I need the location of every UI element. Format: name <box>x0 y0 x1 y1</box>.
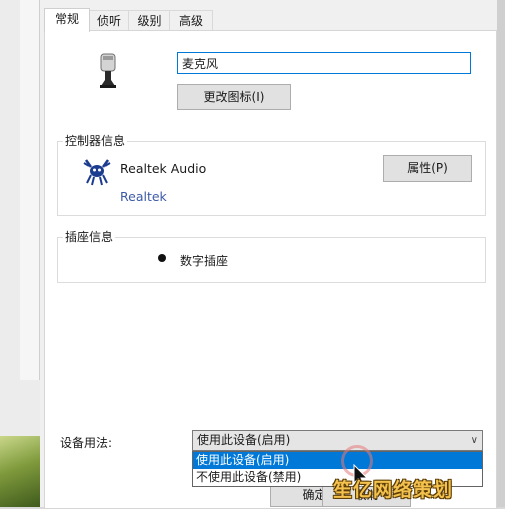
jack-label: 数字插座 <box>180 254 229 268</box>
tab-advanced[interactable]: 高级 <box>169 10 213 31</box>
general-tab-panel: 麦克风 更改图标(I) 控制器信息 Realtek Audio Realtek … <box>44 30 497 509</box>
controller-vendor-link[interactable]: Realtek <box>120 189 167 204</box>
tab-levels[interactable]: 级别 <box>128 10 171 31</box>
background-window <box>0 0 41 436</box>
device-name-field[interactable]: 麦克风 <box>177 52 471 74</box>
usage-option-enable[interactable]: 使用此设备(启用) <box>193 452 482 469</box>
background-window-pane <box>20 0 40 380</box>
controller-info-group: 控制器信息 Realtek Audio Realtek 属性(P) <box>57 134 486 216</box>
jack-info-group: 插座信息 数字插座 <box>57 230 486 283</box>
desktop-wallpaper <box>0 436 40 507</box>
controller-name: Realtek Audio <box>120 161 207 176</box>
tab-bar: 常规 侦听 级别 高级 <box>40 8 497 32</box>
microphone-properties-dialog: 常规 侦听 级别 高级 麦克风 更改图标(I) 控制器信息 Realtek Au… <box>40 0 497 509</box>
background-edge <box>497 0 505 507</box>
realtek-crab-icon <box>83 159 111 186</box>
microphone-icon <box>100 53 116 88</box>
chevron-down-icon: ∨ <box>470 435 478 446</box>
jack-group-title: 插座信息 <box>63 230 116 244</box>
device-usage-select[interactable]: 使用此设备(启用) ∨ <box>192 430 483 451</box>
properties-button[interactable]: 属性(P) <box>383 155 472 182</box>
watermark: 笙亿网络策划 <box>333 479 454 501</box>
tab-listen[interactable]: 侦听 <box>88 10 130 31</box>
tab-general[interactable]: 常规 <box>44 8 90 32</box>
change-icon-button[interactable]: 更改图标(I) <box>177 84 291 110</box>
device-usage-selected-value: 使用此设备(启用) <box>197 433 291 447</box>
controller-group-title: 控制器信息 <box>63 134 128 148</box>
device-usage-label: 设备用法: <box>60 436 113 450</box>
jack-bullet-icon <box>158 254 166 262</box>
